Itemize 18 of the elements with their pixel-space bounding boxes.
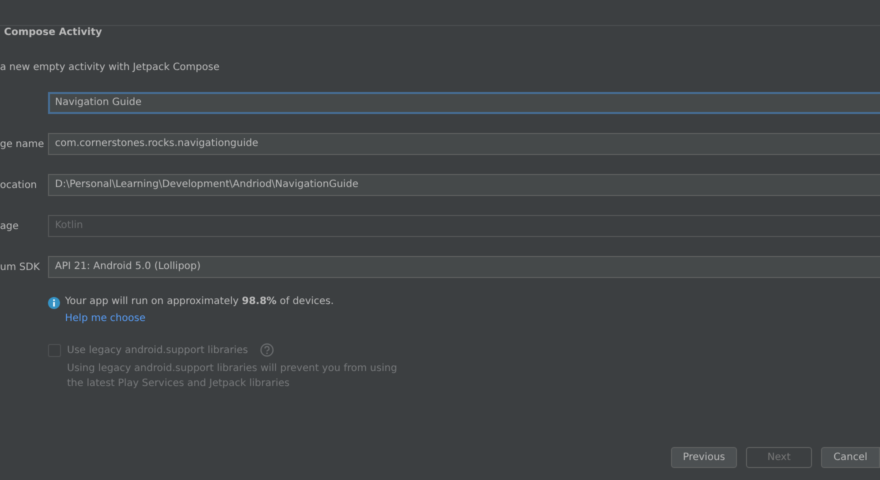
- input-field[interactable]: D:\Personal\Learning\Development\Andriod\NavigationGuide: [48, 174, 880, 196]
- field-label: um SDK: [0, 262, 41, 272]
- input-field[interactable]: Navigation Guide: [48, 92, 880, 114]
- checkbox-description: Using legacy android.support libraries will prevent you from using the latest Play Services and Jetpack libraries: [67, 362, 398, 391]
- wizard-button[interactable]: Cancel: [821, 447, 880, 468]
- info-icon: [48, 297, 60, 309]
- field-label: ge name: [0, 138, 46, 150]
- input-field[interactable]: API 21: Android 5.0 (Lollipop): [48, 256, 880, 278]
- field-label: age: [0, 220, 20, 232]
- input-field[interactable]: com.cornerstones.rocks.navigationguide: [48, 133, 880, 155]
- help-link[interactable]: Help me choose: [65, 312, 146, 326]
- dialog-subtitle: a new empty activity with Jetpack Compose: [0, 61, 220, 75]
- wizard-button[interactable]: Previous: [671, 447, 737, 468]
- dialog-title: Compose Activity: [3, 26, 103, 40]
- field-label: ocation: [0, 180, 38, 190]
- help-icon[interactable]: [260, 343, 274, 357]
- checkbox-label: Use legacy android.support libraries: [67, 344, 248, 356]
- info-text: Your app will run on approximately 98.8% of devices.: [65, 295, 334, 309]
